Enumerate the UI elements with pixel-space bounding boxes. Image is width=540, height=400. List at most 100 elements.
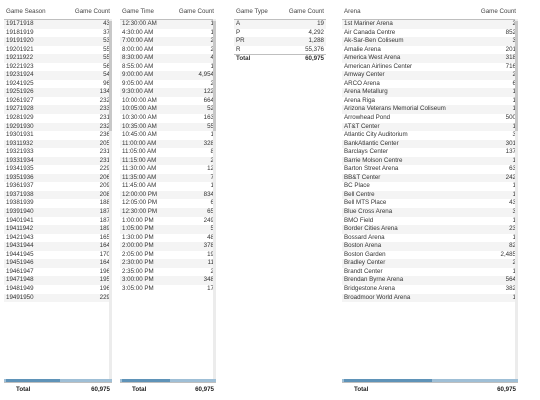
game-count-cell[interactable]: 52 — [169, 105, 216, 115]
game-count-cell[interactable]: 55 — [64, 54, 112, 63]
row-label-cell[interactable]: Bridgestone Arena — [342, 285, 465, 294]
row-label-cell[interactable]: Barrie Molson Centre — [342, 156, 466, 166]
game-count-cell[interactable]: 53 — [64, 37, 112, 46]
game-count-cell[interactable]: 54 — [64, 71, 112, 80]
row-label-cell[interactable]: 11:05:00 AM — [120, 148, 170, 157]
table-row[interactable]: 3:05:00 PM 17 — [120, 285, 216, 294]
row-label-cell[interactable]: 19471948 — [4, 276, 65, 285]
table-row[interactable]: Boston Arena 82 — [342, 242, 518, 251]
table-row[interactable]: 10:45:00 AM1 — [120, 131, 216, 140]
table-row[interactable]: 2:05:00 PM 19 — [120, 251, 216, 260]
row-label-cell[interactable]: 2:00:00 PM — [120, 242, 170, 251]
table-row[interactable]: BB&T Center 242 — [342, 173, 518, 183]
table-row[interactable]: 19481949 196 — [4, 285, 112, 294]
game-count-cell[interactable]: 1 — [465, 97, 518, 106]
table-row[interactable]: 2:30:00 PM 11 — [120, 259, 216, 268]
game-count-cell[interactable]: 2,485 — [465, 251, 518, 260]
game-count-cell[interactable]: 2 — [465, 71, 518, 80]
game-count-cell[interactable]: 1 — [465, 293, 518, 303]
row-label-cell[interactable]: 19491950 — [4, 293, 65, 303]
game-count-cell[interactable]: 328 — [169, 139, 216, 149]
table-row[interactable]: 2:35:00 PM2 — [120, 268, 216, 277]
row-label-cell[interactable]: 1:05:00 PM — [120, 225, 170, 234]
table-row[interactable]: 11:35:00 AM7 — [120, 173, 216, 183]
table-row[interactable]: 1:00:00 PM 249 — [120, 217, 216, 226]
table-row[interactable]: 11:30:00 AM 12 — [120, 165, 216, 174]
row-label-cell[interactable]: 19201921 — [4, 46, 64, 55]
game-count-cell[interactable]: 231 — [64, 148, 112, 157]
game-count-cell[interactable]: 55 — [169, 122, 216, 132]
game-count-cell[interactable]: 63 — [465, 165, 518, 174]
game-count-cell[interactable]: 4 — [169, 54, 216, 63]
table-row[interactable]: Bell Centre1 — [342, 190, 518, 200]
row-label-cell[interactable]: 12:30:00 AM — [120, 19, 170, 29]
game-count-cell[interactable]: 11 — [169, 259, 216, 268]
row-label-cell[interactable]: Bell MTS Place — [342, 199, 465, 208]
game-count-cell[interactable]: 8 — [170, 148, 216, 157]
game-count-cell[interactable]: 187 — [64, 217, 112, 226]
row-label-cell[interactable]: R — [234, 46, 274, 55]
row-label-cell[interactable]: 1:30:00 PM — [120, 234, 170, 243]
table-row[interactable]: Bell MTS Place 43 — [342, 199, 518, 208]
table-row[interactable]: 1:30:00 PM 48 — [120, 234, 216, 243]
vertical-scrollbar[interactable] — [109, 19, 112, 382]
row-label-cell[interactable]: 19341935 — [4, 165, 64, 174]
table-row[interactable]: 19211922 55 — [4, 54, 112, 63]
table-row[interactable]: Arena Metallurg1 — [342, 88, 518, 97]
row-label-cell[interactable]: Amalie Arena — [342, 46, 465, 55]
game-count-cell[interactable]: 48 — [170, 234, 216, 243]
table-row[interactable]: 19351936 206 — [4, 173, 112, 183]
row-label-cell[interactable]: 8:30:00 AM — [120, 54, 170, 63]
game-count-cell[interactable]: 1,288 — [274, 37, 326, 46]
game-count-cell[interactable]: 165 — [64, 234, 112, 243]
game-count-cell[interactable]: 55,376 — [274, 46, 326, 55]
vertical-scrollbar[interactable] — [213, 19, 216, 382]
horizontal-scrollbar[interactable] — [4, 379, 112, 382]
row-label-cell[interactable]: 19271928 — [4, 105, 65, 115]
game-count-cell[interactable]: 229 — [64, 293, 112, 303]
table-row[interactable]: 19181919 37 — [4, 29, 112, 38]
table-row[interactable]: 10:30:00 AM 163 — [120, 114, 216, 123]
table-row[interactable]: 19381939 188 — [4, 199, 112, 208]
table-row[interactable]: 19221923 56 — [4, 63, 112, 72]
game-count-cell[interactable]: 2 — [169, 156, 216, 166]
row-label-cell[interactable]: Arizona Veterans Memorial Coliseum — [342, 105, 466, 115]
game-count-cell[interactable]: 1 — [170, 29, 216, 38]
column-header-game-count[interactable]: Game Count — [64, 3, 112, 20]
table-row[interactable]: Boston Garden 2,485 — [342, 251, 518, 260]
game-count-cell[interactable]: 500 — [465, 114, 518, 123]
row-label-cell[interactable]: BB&T Center — [342, 173, 466, 183]
table-row[interactable]: 19271928 233 — [4, 105, 112, 115]
table-row[interactable]: Bridgestone Arena 382 — [342, 285, 518, 294]
game-count-cell[interactable]: 301 — [465, 139, 518, 149]
game-count-cell[interactable]: 2 — [465, 259, 518, 268]
row-label-cell[interactable]: 7:00:00 AM — [120, 37, 170, 46]
game-count-cell[interactable]: 170 — [64, 251, 112, 260]
table-row[interactable]: 11:15:00 AM2 — [120, 156, 216, 166]
game-count-cell[interactable]: 378 — [169, 242, 216, 251]
scrollbar-thumb[interactable] — [515, 21, 518, 131]
row-label-cell[interactable]: 19231924 — [4, 71, 65, 80]
row-label-cell[interactable]: 19351936 — [4, 173, 65, 183]
game-count-cell[interactable]: 43 — [465, 199, 518, 208]
table-row[interactable]: 10:35:00 AM 55 — [120, 122, 216, 132]
table-row[interactable]: 19171918 43 — [4, 19, 112, 29]
row-label-cell[interactable]: 19451946 — [4, 259, 65, 268]
game-count-cell[interactable]: 164 — [64, 242, 112, 251]
table-row[interactable]: P 4,292 — [234, 29, 326, 38]
table-row[interactable]: 19401941 187 — [4, 217, 112, 226]
row-label-cell[interactable]: 4:30:00 AM — [120, 29, 170, 38]
game-count-cell[interactable]: 348 — [169, 276, 216, 285]
table-row[interactable]: Barton Street Arena 63 — [342, 165, 518, 174]
row-label-cell[interactable]: PR — [234, 37, 275, 46]
horizontal-scrollbar[interactable] — [342, 379, 518, 382]
table-row[interactable]: 11:00:00 AM 328 — [120, 139, 216, 149]
column-header-game-time[interactable]: Game Time — [120, 3, 170, 20]
game-count-cell[interactable]: 187 — [64, 208, 112, 217]
game-count-cell[interactable]: 236 — [64, 131, 112, 140]
table-row[interactable]: Blue Cross Arena3 — [342, 208, 518, 217]
table-row[interactable]: 19451946 164 — [4, 259, 112, 268]
column-header-game-count[interactable]: Game Count — [169, 3, 216, 20]
row-label-cell[interactable]: 11:30:00 AM — [120, 165, 170, 174]
table-row[interactable]: 19421943 165 — [4, 234, 112, 243]
